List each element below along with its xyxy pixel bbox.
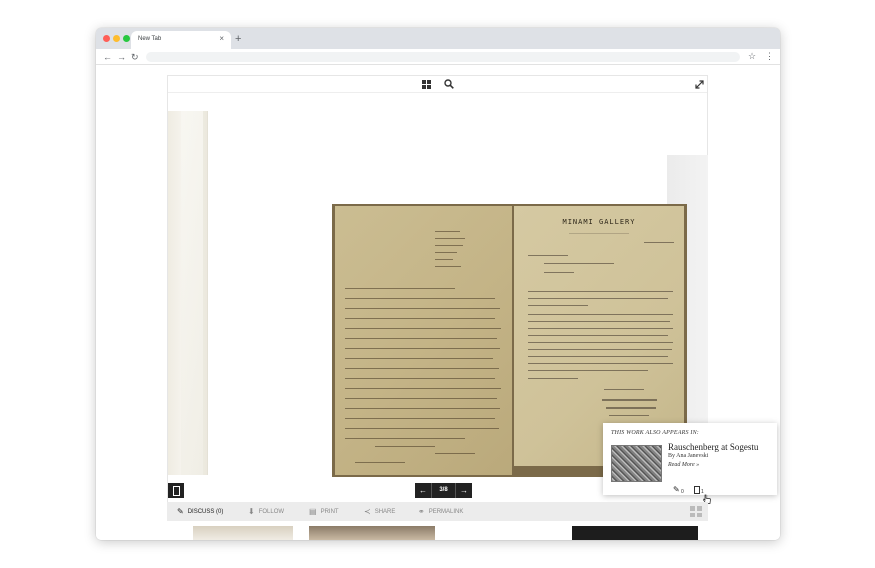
link-icon: ⚭ — [418, 507, 425, 516]
printer-icon: ▤ — [309, 507, 317, 516]
related-item-thumbnail[interactable] — [572, 526, 698, 540]
page-content: MINAMI GALLERY THIS WORK ALSO APPEARS IN… — [96, 66, 780, 540]
permalink-button[interactable]: ⚭ PERMALINK — [418, 502, 463, 521]
page-navigator: ← 3/8 → — [415, 483, 472, 498]
download-icon: ⬇ — [248, 507, 255, 516]
page-counter: 3/8 — [439, 487, 448, 493]
pencil-icon: ✎ — [177, 507, 184, 516]
discuss-label: DISCUSS (0) — [187, 509, 224, 515]
maximize-window-button[interactable] — [123, 35, 130, 42]
follow-button[interactable]: ⬇ FOLLOW — [248, 502, 284, 521]
pencil-icon[interactable]: ✎ — [673, 485, 680, 495]
also-appears-in-heading: THIS WORK ALSO APPEARS IN: — [611, 430, 699, 436]
permalink-label: PERMALINK — [428, 509, 464, 515]
bookmark-star-icon[interactable]: ☆ — [748, 50, 756, 62]
browser-tab[interactable]: New Tab × — [131, 31, 231, 49]
expand-icon[interactable] — [695, 80, 704, 89]
back-icon[interactable]: ← — [103, 51, 112, 63]
minimize-window-button[interactable] — [113, 35, 120, 42]
new-tab-button[interactable]: + — [235, 32, 241, 46]
publication-thumbnail[interactable] — [611, 445, 662, 482]
browser-menu-icon[interactable]: ⋮ — [765, 50, 774, 62]
reload-icon[interactable]: ↻ — [131, 51, 139, 63]
letterhead: MINAMI GALLERY — [562, 218, 636, 226]
forward-icon[interactable]: → — [117, 51, 126, 63]
address-bar[interactable] — [146, 52, 740, 62]
print-button[interactable]: ▤ PRINT — [309, 502, 339, 521]
viewer-top-bar — [168, 76, 707, 93]
read-more-link[interactable]: Read More » — [668, 462, 699, 468]
grid-icon[interactable] — [422, 80, 431, 89]
share-button[interactable]: ≺ SHARE — [364, 502, 395, 521]
related-item-thumbnail[interactable] — [193, 526, 293, 540]
print-label: PRINT — [320, 509, 339, 515]
publication-author: By Ana Janevski — [668, 453, 709, 459]
follow-label: FOLLOW — [258, 509, 285, 515]
tab-strip: New Tab × + — [96, 28, 780, 49]
browser-window: New Tab × + ← → ↻ ☆ ⋮ MINAMI GALLERY THI… — [96, 28, 780, 540]
action-bar: ✎ DISCUSS (0) ⬇ FOLLOW ▤ PRINT ≺ SHARE ⚭ PERM… — [167, 502, 708, 521]
publication-title[interactable]: Rauschenberg at Sogestu — [668, 442, 758, 452]
share-label: SHARE — [374, 509, 396, 515]
viewer-bottom-bar: ← 3/8 → ✎ 0 1 — [168, 481, 711, 504]
tab-title: New Tab — [138, 36, 162, 42]
artwork-viewer: MINAMI GALLERY THIS WORK ALSO APPEARS IN… — [167, 75, 777, 504]
next-page-button[interactable]: → — [455, 483, 472, 498]
close-window-button[interactable] — [103, 35, 110, 42]
share-icon: ≺ — [364, 507, 371, 516]
browser-toolbar: ← → ↻ ☆ ⋮ — [96, 49, 780, 65]
single-page-view-button[interactable] — [168, 483, 184, 498]
handwritten-letter-page — [335, 206, 512, 475]
book-icon[interactable] — [694, 486, 700, 494]
tab-close-icon[interactable]: × — [219, 34, 224, 44]
previous-page-button[interactable]: ← — [415, 483, 432, 498]
search-icon[interactable] — [444, 79, 454, 89]
discuss-button[interactable]: ✎ DISCUSS (0) — [177, 502, 223, 521]
related-item-thumbnail[interactable] — [309, 526, 435, 540]
annotations-count: 0 — [681, 489, 684, 495]
tiles-icon[interactable] — [690, 506, 702, 517]
previous-page-thumbnail[interactable] — [168, 111, 208, 475]
